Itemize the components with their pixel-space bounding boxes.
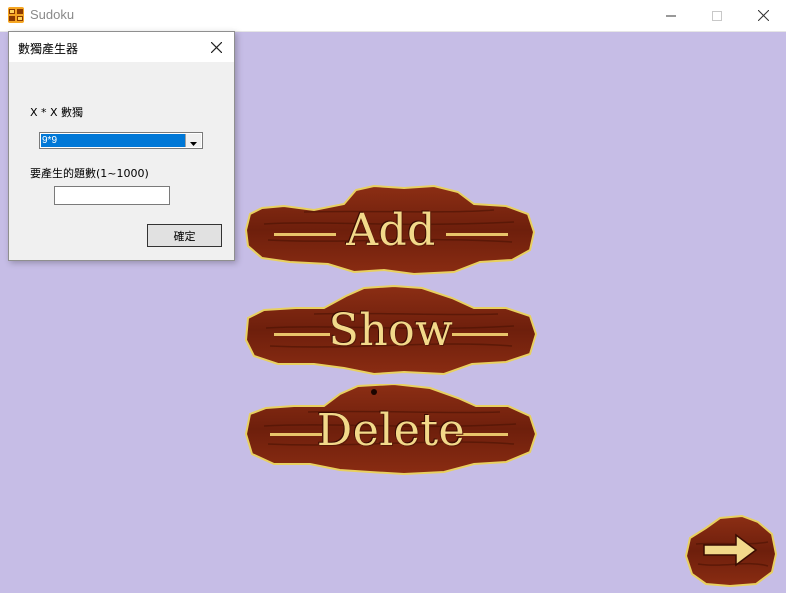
delete-rule-left (270, 433, 322, 436)
maximize-icon (712, 6, 722, 25)
title-bar: Sudoku (0, 0, 786, 32)
close-button[interactable] (740, 0, 786, 31)
add-button[interactable]: Add (244, 184, 538, 276)
sudoku-app-icon (8, 7, 24, 23)
dropdown-arrow-button[interactable] (185, 134, 201, 147)
close-icon (210, 38, 222, 57)
size-select[interactable]: 9*9 (39, 132, 203, 149)
close-icon (757, 6, 769, 25)
show-rule-right (452, 333, 508, 336)
sudoku-generator-dialog: 數獨產生器 X * X 數獨 9*9 要產生的題數(1~1000) 確定 (8, 31, 235, 261)
show-rule-left (274, 333, 330, 336)
add-rule-right (446, 233, 508, 236)
add-rule-left (274, 233, 336, 236)
wood-plank-show (244, 284, 538, 376)
maximize-button[interactable] (694, 0, 740, 31)
window-title: Sudoku (30, 7, 75, 22)
delete-button[interactable]: Delete (244, 384, 538, 476)
count-label: 要產生的題數(1~1000) (30, 167, 149, 180)
minimize-button[interactable] (648, 0, 694, 31)
arrow-right-icon (702, 532, 758, 568)
count-input[interactable] (54, 186, 170, 205)
minimize-icon (666, 6, 676, 25)
chevron-down-icon (190, 131, 197, 150)
dialog-close-button[interactable] (205, 37, 227, 57)
ok-button[interactable]: 確定 (147, 224, 222, 247)
dialog-title: 數獨產生器 (18, 42, 79, 56)
size-label: X * X 數獨 (30, 106, 84, 119)
dialog-title-bar: 數獨產生器 (9, 32, 234, 62)
size-select-value: 9*9 (41, 134, 186, 147)
delete-rule-right (456, 433, 508, 436)
main-window: Sudoku Add Show Delete 數獨產生器 X * X 數獨 9*… (0, 0, 786, 593)
wood-plank-add (244, 184, 536, 276)
show-button[interactable]: Show (244, 284, 538, 376)
wood-plank-delete (244, 384, 538, 476)
next-button[interactable] (684, 514, 778, 588)
